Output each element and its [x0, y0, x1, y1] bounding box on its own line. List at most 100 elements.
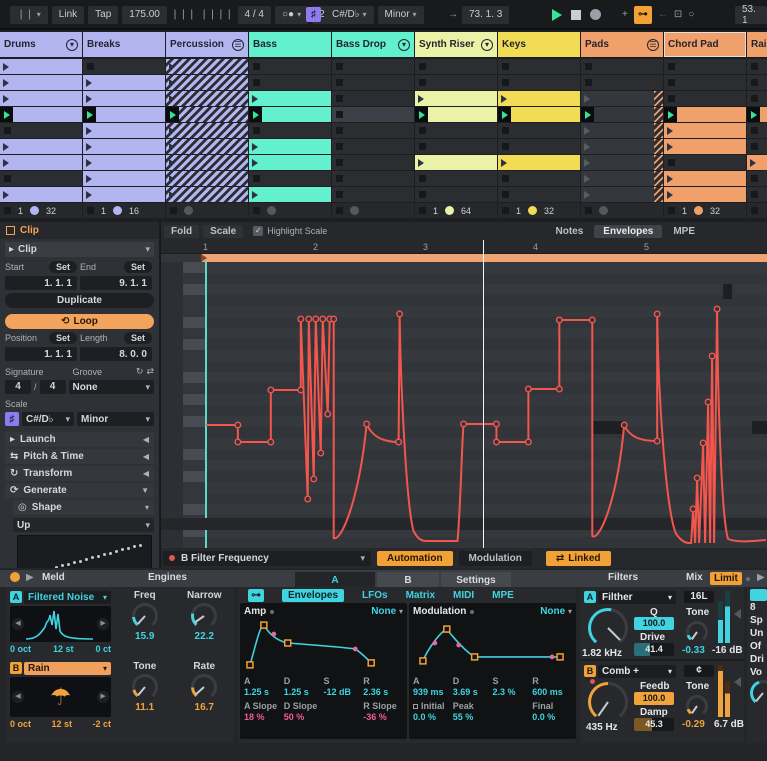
playing-clip-launch[interactable] — [498, 107, 511, 122]
playing-clip-launch[interactable] — [664, 107, 677, 122]
clip[interactable] — [83, 91, 165, 106]
follow-button[interactable]: → — [448, 9, 458, 20]
mix-b-tone-value[interactable]: -0.29 — [682, 719, 705, 730]
track-header[interactable]: Bass — [249, 32, 331, 57]
clip-slot[interactable] — [332, 59, 414, 74]
amp-led[interactable] — [270, 610, 274, 614]
playing-clip-launch[interactable] — [249, 107, 262, 122]
clip-slot[interactable] — [664, 171, 746, 186]
clip[interactable] — [415, 155, 497, 170]
track-header[interactable]: Synth Riser▾ — [415, 32, 497, 57]
clip-slot[interactable] — [332, 75, 414, 90]
clip[interactable] — [677, 107, 746, 122]
clip-slot[interactable] — [166, 139, 248, 154]
damp-slider[interactable]: 45.3 — [634, 718, 674, 731]
clip-slot[interactable] — [498, 139, 580, 154]
section-transform[interactable]: ↻Transform◀ — [5, 466, 154, 481]
clip-stop-square[interactable] — [751, 127, 758, 134]
shape-select[interactable]: ◎Shape▾ — [13, 500, 154, 515]
clip-stop-square[interactable] — [336, 79, 343, 86]
playing-clip-launch[interactable] — [166, 107, 179, 122]
clip-stop-square[interactable] — [585, 79, 592, 86]
filter-a-freq-value[interactable]: 1.82 kHz — [582, 648, 622, 659]
engine-b-select[interactable]: Rain▾ — [24, 662, 111, 675]
clip-slot[interactable] — [581, 59, 663, 74]
clip[interactable] — [166, 59, 248, 74]
nudge-up-icon[interactable]: ❘❘❘❘ — [200, 9, 234, 20]
clip-slot[interactable] — [83, 75, 165, 90]
clip[interactable] — [511, 107, 580, 122]
param-value[interactable]: -36 % — [363, 712, 403, 723]
track-header[interactable]: Bass Drop▾ — [332, 32, 414, 57]
track-stop-button[interactable] — [502, 207, 509, 214]
clip-stop-square[interactable] — [751, 95, 758, 102]
mix-b-handle[interactable] — [734, 677, 741, 687]
clip-slot[interactable] — [83, 91, 165, 106]
tab-envelopes-device[interactable]: Envelopes — [282, 589, 344, 602]
param-value[interactable]: 1.25 s — [284, 687, 324, 698]
track-stop-button[interactable] — [336, 207, 343, 214]
clip-slot[interactable] — [0, 155, 82, 170]
playing-clip-launch[interactable] — [747, 107, 760, 122]
commit-groove-icon[interactable]: ↻ — [136, 366, 144, 377]
clip-section-header[interactable]: ▸Clip▾ — [5, 242, 154, 257]
metronome-button[interactable]: ○●▾ — [275, 6, 308, 24]
freq-value[interactable]: 15.9 — [135, 631, 154, 642]
clip-slot[interactable] — [498, 187, 580, 202]
clip-slot[interactable] — [747, 75, 767, 90]
next-engine-icon[interactable]: ▶ — [97, 618, 109, 630]
clip-slot[interactable] — [0, 91, 82, 106]
clip[interactable] — [428, 107, 497, 122]
clip-stop-square[interactable] — [336, 175, 343, 182]
track-stop-button[interactable] — [585, 207, 592, 214]
arrangement-position-field[interactable]: 73. 1. 3 — [462, 6, 509, 24]
clip-slot[interactable] — [664, 155, 746, 170]
clip-slot[interactable] — [581, 139, 663, 154]
clip-stop-square[interactable] — [336, 191, 343, 198]
clip-stop-square[interactable] — [253, 127, 260, 134]
clip-slot[interactable] — [581, 123, 663, 138]
start-value[interactable]: 1. 1. 1 — [5, 276, 77, 290]
clip-stop-square[interactable] — [419, 175, 426, 182]
clip-slot[interactable] — [498, 171, 580, 186]
clip-stop-square[interactable] — [419, 191, 426, 198]
clip-scale-name[interactable]: Minor▾ — [77, 412, 154, 426]
clip[interactable] — [166, 123, 248, 138]
next-engine-icon[interactable]: ▶ — [97, 691, 109, 703]
clip-stop-square[interactable] — [502, 175, 509, 182]
clip-slot[interactable] — [0, 123, 82, 138]
clip[interactable] — [664, 187, 746, 202]
mix-b-mode-box[interactable]: ¢ — [684, 665, 714, 677]
amp-preset-select[interactable]: None ▾ — [371, 606, 403, 617]
clip-slot[interactable] — [415, 59, 497, 74]
clip-slot[interactable] — [166, 155, 248, 170]
filter-b-badge[interactable]: B — [584, 665, 596, 677]
mod-led[interactable] — [470, 610, 474, 614]
track-header[interactable]: Breaks — [83, 32, 165, 57]
set-end-button[interactable]: Set — [124, 261, 152, 273]
clip-slot[interactable] — [581, 75, 663, 90]
clip-slot[interactable] — [249, 171, 331, 186]
clip[interactable] — [415, 91, 497, 106]
clip[interactable] — [96, 107, 165, 122]
track-stop-button[interactable] — [751, 207, 758, 214]
engine-a-badge[interactable]: A — [10, 591, 22, 603]
clip-slot[interactable] — [664, 91, 746, 106]
clip[interactable] — [594, 107, 663, 122]
clip[interactable] — [166, 91, 248, 106]
clip-slot[interactable] — [747, 123, 767, 138]
shape-preset-select[interactable]: Up▾ — [13, 518, 154, 532]
limit-led[interactable] — [746, 577, 750, 581]
param-value[interactable]: 50 % — [284, 712, 324, 723]
clip-slot[interactable] — [747, 107, 767, 122]
clip[interactable] — [498, 155, 580, 170]
chevron-down-icon[interactable]: ▾ — [481, 39, 493, 51]
linked-button[interactable]: ⇄Linked — [546, 551, 611, 566]
clip-slot[interactable] — [166, 59, 248, 74]
tone-knob[interactable] — [132, 674, 158, 700]
clip[interactable] — [0, 91, 82, 106]
clip-slot[interactable] — [415, 187, 497, 202]
track-header[interactable]: Drums▾ — [0, 32, 82, 57]
next-device-icon[interactable]: ▶ — [757, 572, 765, 583]
clip[interactable] — [166, 75, 248, 90]
